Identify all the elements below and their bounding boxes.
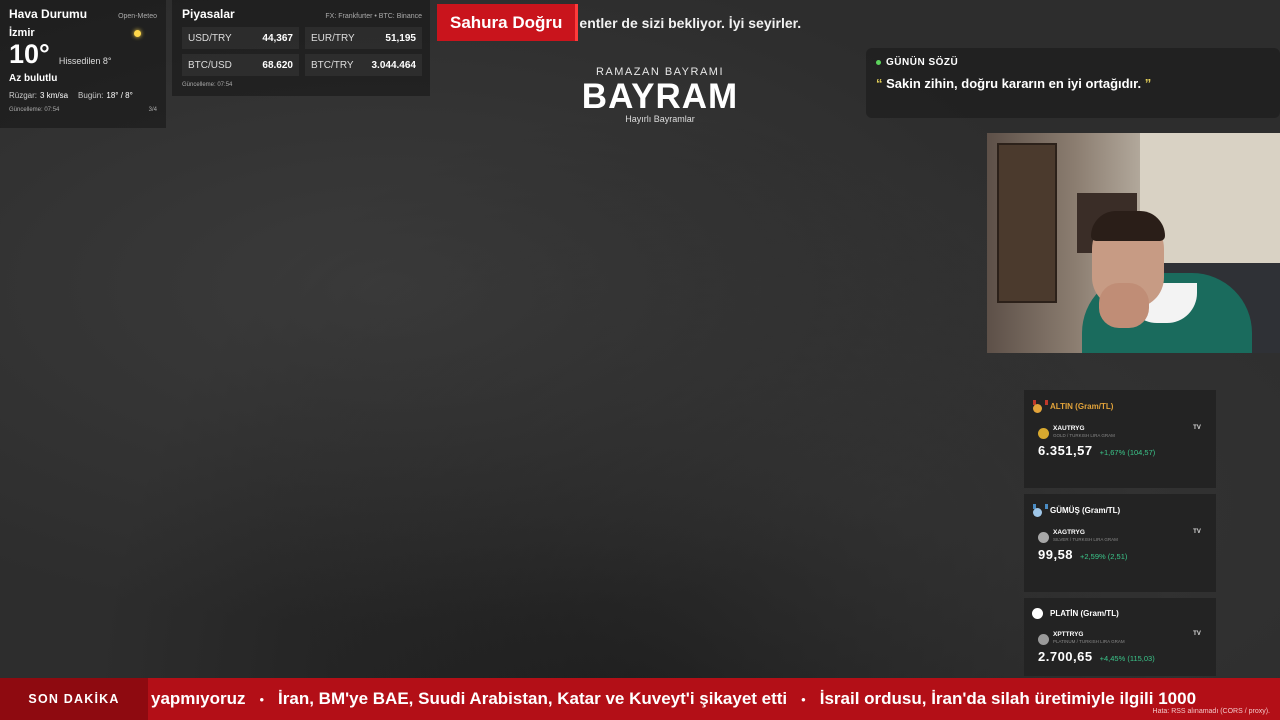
metal-symbol: XAGTRYG bbox=[1053, 529, 1085, 536]
metal-symbol: XAUTRYG bbox=[1053, 425, 1085, 432]
gold-medal-icon bbox=[1032, 400, 1048, 413]
rate-usd-try: USD/TRY 44,367 bbox=[182, 27, 299, 49]
weather-condition: Az bulutlu bbox=[9, 73, 58, 84]
rate-symbol: BTC/USD bbox=[188, 59, 232, 71]
metal-symbol: XPTTRYG bbox=[1053, 631, 1084, 638]
webcam-feed bbox=[987, 133, 1280, 353]
quote-label: GÜNÜN SÖZÜ bbox=[886, 57, 959, 68]
quote-text: Sakin zihin, doğru kararın en iyi ortağı… bbox=[886, 76, 1142, 91]
event-title: BAYRAM bbox=[581, 77, 739, 116]
ticker-error-message: Hata: RSS alınamadı (CORS / proxy). bbox=[1152, 708, 1270, 715]
rate-value: 44,367 bbox=[262, 32, 293, 44]
markets-widget: Piyasalar FX: Frankfurter • BTC: Binance… bbox=[172, 0, 430, 96]
ticker-item: İsrail ordusu, İran'da silah üretimiyle … bbox=[819, 689, 1197, 708]
weather-source: Open-Meteo bbox=[118, 13, 157, 20]
today-value: 18° / 8° bbox=[106, 91, 133, 100]
partly-cloudy-sun-icon bbox=[134, 29, 141, 37]
ticker-separator: • bbox=[801, 691, 806, 707]
metal-description: SILVER / TURKISH LIRA GRAM bbox=[1053, 537, 1118, 542]
rate-value: 51,195 bbox=[385, 32, 416, 44]
event-title-block: RAMAZAN BAYRAMI BAYRAM Hayırlı Bayramlar bbox=[560, 66, 760, 124]
weather-temperature: 10° bbox=[9, 39, 50, 69]
tradingview-logo-icon[interactable]: TV bbox=[1190, 529, 1204, 539]
ticker-label: SON DAKİKA bbox=[0, 678, 148, 720]
rate-value: 68.620 bbox=[262, 59, 293, 71]
headline-text: entler de sizi bekliyor. İyi seyirler. bbox=[579, 14, 802, 31]
metal-prices-panel: ALTIN (Gram/TL) XAUTRYG GOLD / TURKISH L… bbox=[1024, 390, 1226, 676]
breaking-news-ticker: SON DAKİKA yapmıyoruz • İran, BM'ye BAE,… bbox=[0, 678, 1280, 720]
metal-description: GOLD / TURKISH LIRA GRAM bbox=[1053, 433, 1115, 438]
quote-text-row: “ Sakin zihin, doğru kararın en iyi orta… bbox=[876, 76, 1270, 91]
weather-page-indicator: 3/4 bbox=[148, 107, 157, 113]
weather-updated: Güncelleme: 07:54 bbox=[9, 107, 60, 113]
ticker-item: İran, BM'ye BAE, Suudi Arabistan, Katar … bbox=[278, 689, 788, 708]
gold-coin-icon bbox=[1038, 428, 1049, 439]
weather-city: İzmir bbox=[9, 27, 35, 39]
platinum-circle-icon bbox=[1032, 608, 1043, 619]
silver-coin-icon bbox=[1038, 532, 1049, 543]
markets-source: FX: Frankfurter • BTC: Binance bbox=[325, 13, 422, 20]
platinum-coin-icon bbox=[1038, 634, 1049, 645]
metal-card-silver: GÜMÜŞ (Gram/TL) XAGTRYG SILVER / TURKISH… bbox=[1024, 494, 1216, 592]
headline-bar: Sahura Doğru entler de sizi bekliyor. İy… bbox=[437, 4, 801, 41]
metal-card-gold: ALTIN (Gram/TL) XAUTRYG GOLD / TURKISH L… bbox=[1024, 390, 1216, 488]
tradingview-logo-icon[interactable]: TV bbox=[1190, 425, 1204, 435]
metal-description: PLATINUM / TURKISH LIRA GRAM bbox=[1053, 639, 1125, 644]
ticker-separator: • bbox=[259, 691, 265, 707]
metal-change: +1,67% (104,57) bbox=[1099, 448, 1156, 457]
metal-price: 99,58 bbox=[1038, 547, 1074, 562]
metal-change: +2,59% (2,51) bbox=[1080, 552, 1128, 561]
rate-symbol: EUR/TRY bbox=[311, 32, 355, 44]
rate-value: 3.044.464 bbox=[371, 59, 417, 71]
rate-symbol: BTC/TRY bbox=[311, 59, 354, 71]
metal-change: +4,45% (115,03) bbox=[1099, 654, 1155, 663]
quote-open-mark: “ bbox=[876, 76, 883, 91]
weather-feels-like: Hissedilen 8° bbox=[58, 56, 112, 66]
ticker-item: yapmıyoruz bbox=[151, 689, 246, 708]
rate-btc-try: BTC/TRY 3.044.464 bbox=[305, 54, 422, 76]
tradingview-logo-icon[interactable]: TV bbox=[1190, 631, 1204, 641]
rate-symbol: USD/TRY bbox=[188, 32, 232, 44]
wind-label: Rüzgar: bbox=[9, 91, 38, 100]
rate-btc-usd: BTC/USD 68.620 bbox=[182, 54, 299, 76]
markets-updated: Güncelleme: 07:54 bbox=[182, 82, 233, 88]
rate-eur-try: EUR/TRY 51,195 bbox=[305, 27, 422, 49]
quote-of-the-day: GÜNÜN SÖZÜ “ Sakin zihin, doğru kararın … bbox=[866, 48, 1280, 118]
wind-value: 3 km/sa bbox=[40, 91, 69, 100]
headline-badge: Sahura Doğru bbox=[437, 4, 579, 41]
live-dot-icon bbox=[876, 60, 881, 65]
metal-price: 2.700,65 bbox=[1038, 649, 1093, 664]
quote-close-mark: ” bbox=[1144, 76, 1152, 91]
metal-title: PLATİN (Gram/TL) bbox=[1050, 609, 1119, 618]
metal-title: ALTIN (Gram/TL) bbox=[1050, 402, 1114, 411]
weather-widget: Hava Durumu Open-Meteo İzmir 10° Hissedi… bbox=[0, 0, 166, 128]
silver-medal-icon bbox=[1032, 504, 1048, 517]
metal-title: GÜMÜŞ (Gram/TL) bbox=[1050, 506, 1121, 515]
markets-title: Piyasalar bbox=[182, 7, 235, 21]
metal-price: 6.351,57 bbox=[1038, 443, 1093, 458]
metal-card-platinum: PLATİN (Gram/TL) XPTTRYG PLATINUM / TURK… bbox=[1024, 598, 1216, 676]
weather-title: Hava Durumu bbox=[9, 7, 88, 21]
today-label: Bugün: bbox=[78, 91, 104, 100]
